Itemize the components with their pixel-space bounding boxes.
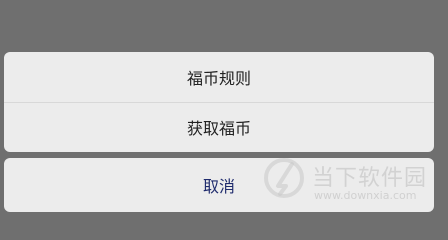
coin-rules-button[interactable]: 福币规则 <box>4 52 434 102</box>
cancel-button[interactable]: 取消 <box>4 158 434 212</box>
action-sheet: 福币规则 获取福币 <box>4 52 434 152</box>
get-coins-button[interactable]: 获取福币 <box>4 102 434 152</box>
